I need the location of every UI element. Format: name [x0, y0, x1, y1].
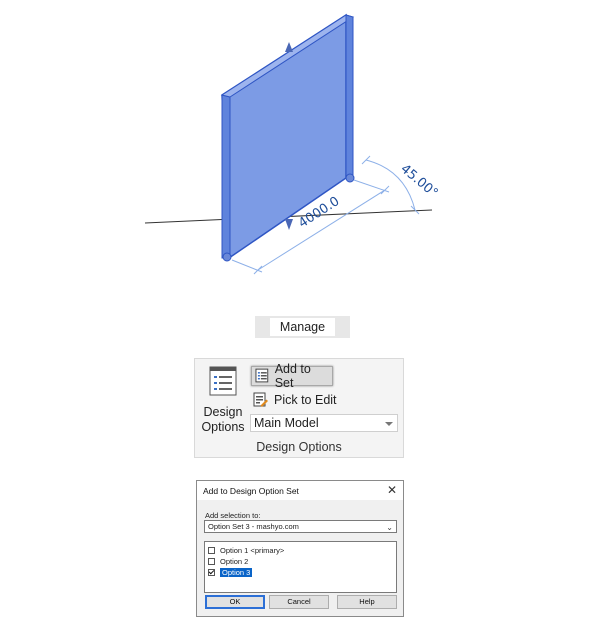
tab-manage[interactable]: Manage	[255, 316, 350, 338]
flip-arrow-up-icon[interactable]	[285, 42, 293, 52]
option-checkbox[interactable]	[208, 568, 215, 576]
option-item[interactable]: Option 3	[208, 567, 253, 577]
pick-to-edit-button[interactable]: Pick to Edit	[251, 390, 337, 410]
design-options-list-icon	[209, 366, 237, 396]
wall-edge-face	[221, 94, 231, 259]
wall-end-grip[interactable]	[222, 252, 232, 262]
add-to-design-option-set-dialog: Add to Design Option Set ✕ Add selection…	[196, 480, 404, 617]
chevron-down-icon: ⌄	[386, 523, 393, 532]
close-icon[interactable]: ✕	[387, 483, 397, 497]
wall-3d-view: 4000.0 45.00°	[144, 13, 441, 275]
dimension-tick	[361, 155, 371, 165]
option-item[interactable]: Option 2	[208, 556, 248, 566]
add-to-set-icon	[255, 368, 269, 383]
option-label: Option 1 <primary>	[220, 545, 285, 555]
dialog-title: Add to Design Option Set	[203, 486, 299, 496]
chevron-down-icon	[385, 422, 393, 426]
wall-right-edge	[345, 14, 354, 179]
pick-to-edit-icon	[253, 392, 268, 407]
design-options-label-line1: Design	[203, 405, 243, 419]
add-to-set-label: Add to Set	[274, 362, 311, 390]
dimension-witness-line	[353, 179, 390, 193]
options-list: Option 1 <primary> Option 2 Option 3	[204, 541, 397, 593]
tab-manage-label: Manage	[269, 318, 336, 336]
active-option-value: Main Model	[254, 416, 319, 430]
option-label: Option 2	[220, 556, 249, 566]
add-selection-label: Add selection to:	[205, 511, 261, 520]
dimension-tick	[253, 265, 263, 275]
design-options-ribbon-panel: Design Options Add to Set Pick to Edit M…	[194, 358, 404, 458]
pick-to-edit-label: Pick to Edit	[274, 393, 337, 407]
ok-button[interactable]: OK	[205, 595, 265, 609]
option-label: Option 3	[220, 567, 253, 577]
active-option-select[interactable]: Main Model	[250, 414, 398, 432]
option-set-value: Option Set 3 - mashyo.com	[208, 522, 299, 531]
wall-front-face	[221, 13, 347, 260]
flip-arrow-down-icon[interactable]	[285, 219, 293, 230]
angle-dimension-label[interactable]: 45.00°	[397, 162, 440, 202]
wall-end-grip[interactable]	[345, 173, 355, 183]
help-button[interactable]: Help	[337, 595, 397, 609]
ribbon-panel-title: Design Options	[256, 440, 342, 454]
design-options-button[interactable]: Design Options	[201, 365, 245, 435]
option-set-select[interactable]: Option Set 3 - mashyo.com ⌄	[204, 520, 397, 533]
design-options-label-line2: Options	[201, 420, 245, 434]
dialog-titlebar: Add to Design Option Set ✕	[197, 481, 403, 500]
option-checkbox[interactable]	[208, 546, 215, 554]
option-checkbox[interactable]	[208, 557, 215, 565]
dimension-tick	[410, 205, 420, 215]
option-item[interactable]: Option 1 <primary>	[208, 545, 284, 555]
add-to-set-button[interactable]: Add to Set	[251, 362, 333, 390]
cancel-button[interactable]: Cancel	[269, 595, 329, 609]
